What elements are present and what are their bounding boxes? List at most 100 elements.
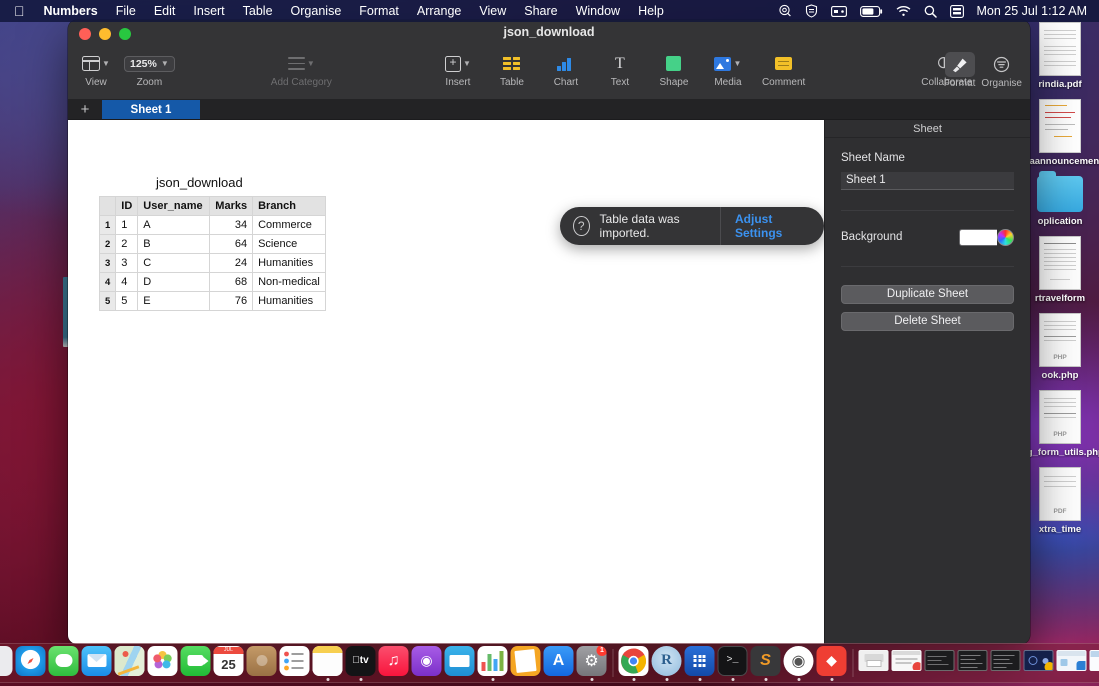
cell-user-name[interactable]: D <box>137 272 211 292</box>
dock-item-safari[interactable] <box>15 645 46 681</box>
zoom-value-pill[interactable]: 125% ▼ <box>124 55 175 72</box>
menu-table[interactable]: Table <box>234 0 282 22</box>
cell-id[interactable]: 4 <box>115 272 139 292</box>
column-header-user-name[interactable]: User_name <box>137 196 211 216</box>
zoom-control[interactable]: 125% ▼ Zoom <box>124 48 175 88</box>
desktop-file[interactable]: rtravelform <box>1021 236 1099 304</box>
dock-item-photos[interactable] <box>147 645 178 681</box>
dock-item-terminal[interactable]: >_ <box>717 645 748 681</box>
desktop-file[interactable]: PHP ng_form_utils.php <box>1021 390 1099 458</box>
cell-marks[interactable]: 64 <box>209 234 254 254</box>
menu-window[interactable]: Window <box>567 0 629 22</box>
duplicate-sheet-button[interactable]: Duplicate Sheet <box>841 284 1014 304</box>
wifi-icon[interactable] <box>896 5 911 17</box>
menu-edit[interactable]: Edit <box>145 0 185 22</box>
table-row[interactable]: 2 2 B 64 Science <box>98 234 326 254</box>
cell-branch[interactable]: Science <box>252 234 326 254</box>
cell-user-name[interactable]: E <box>137 291 211 311</box>
dock-item-appstore[interactable]: A <box>543 645 574 681</box>
dock-item-anydesk[interactable]: ◆ <box>816 645 847 681</box>
organise-button[interactable]: Organise <box>981 52 1022 89</box>
table-row[interactable]: 3 3 C 24 Humanities <box>98 253 326 273</box>
dock-minimised-finder-window[interactable] <box>1089 650 1099 676</box>
cell-branch[interactable]: Humanities <box>252 291 326 311</box>
sheet-name-input[interactable] <box>841 171 1014 190</box>
table-corner-cell[interactable] <box>98 196 117 216</box>
add-sheet-button[interactable]: + <box>68 100 102 119</box>
dock-item-drozer[interactable] <box>684 645 715 681</box>
table-row[interactable]: 4 4 D 68 Non-medical <box>98 272 326 292</box>
dock-item-elephant[interactable]: ◉ <box>783 645 814 681</box>
cell-id[interactable]: 3 <box>115 253 139 273</box>
insert-button[interactable]: ▼ Insert <box>438 48 478 88</box>
chart-button[interactable]: Chart <box>546 48 586 88</box>
comment-button[interactable]: Comment <box>762 48 805 88</box>
cell-id[interactable]: 1 <box>115 215 139 235</box>
shield-icon[interactable] <box>805 4 818 18</box>
shape-button[interactable]: Shape <box>654 48 694 88</box>
dock-item-launchpad[interactable] <box>0 645 13 681</box>
menu-arrange[interactable]: Arrange <box>408 0 470 22</box>
dock-item-notes[interactable] <box>312 645 343 681</box>
cell-marks[interactable]: 76 <box>209 291 254 311</box>
dock-item-reminders[interactable] <box>279 645 310 681</box>
dock-minimised-printer-window[interactable] <box>858 650 889 676</box>
table-row[interactable]: 1 1 A 34 Commerce <box>98 215 326 235</box>
dock-item-podcasts[interactable]: ◉ <box>411 645 442 681</box>
view-button[interactable]: ▼ View <box>76 48 116 88</box>
cell-user-name[interactable]: B <box>137 234 211 254</box>
dock-item-numbers[interactable] <box>477 645 508 681</box>
menu-share[interactable]: Share <box>515 0 566 22</box>
dock-item-rstudio[interactable]: R <box>651 645 682 681</box>
dock-item-messages[interactable] <box>48 645 79 681</box>
desktop-file[interactable]: rindia.pdf <box>1021 22 1099 90</box>
backup-icon[interactable] <box>949 4 964 18</box>
menu-file[interactable]: File <box>107 0 145 22</box>
menu-bar-clock[interactable]: Mon 25 Jul 1:12 AM <box>977 4 1087 18</box>
dock-item-appletv[interactable]: tv <box>345 645 376 681</box>
cell-id[interactable]: 2 <box>115 234 139 254</box>
adjust-settings-link[interactable]: Adjust Settings <box>721 212 820 240</box>
menu-help[interactable]: Help <box>629 0 673 22</box>
table-button[interactable]: Table <box>492 48 532 88</box>
media-button[interactable]: ▼ Media <box>708 48 748 88</box>
dock-item-contacts[interactable] <box>246 645 277 681</box>
table-row[interactable]: 5 5 E 76 Humanities <box>98 291 326 311</box>
desktop-file[interactable]: PDF xtra_time <box>1021 467 1099 535</box>
cell-user-name[interactable]: C <box>137 253 211 273</box>
cell-branch[interactable]: Non-medical <box>252 272 326 292</box>
column-header-id[interactable]: ID <box>115 196 139 216</box>
desktop-folder[interactable]: oplication <box>1021 171 1099 227</box>
column-header-marks[interactable]: Marks <box>209 196 254 216</box>
dock-item-sublime[interactable]: S <box>750 645 781 681</box>
menu-format[interactable]: Format <box>350 0 408 22</box>
menu-organise[interactable]: Organise <box>282 0 351 22</box>
column-header-branch[interactable]: Branch <box>252 196 326 216</box>
siri-icon[interactable] <box>778 4 792 18</box>
format-button[interactable]: Format <box>944 52 975 89</box>
apple-menu-icon[interactable]:  <box>8 4 35 18</box>
menu-view[interactable]: View <box>470 0 515 22</box>
row-header[interactable]: 4 <box>98 272 117 292</box>
table-title[interactable]: json_download <box>156 175 243 190</box>
text-button[interactable]: T Text <box>600 48 640 88</box>
dock-item-calendar[interactable]: JUL 25 <box>213 645 244 681</box>
cell-branch[interactable]: Humanities <box>252 253 326 273</box>
dock-item-music[interactable]: ♫ <box>378 645 409 681</box>
dock-item-settings[interactable]: ⚙ 1 <box>576 645 607 681</box>
delete-sheet-button[interactable]: Delete Sheet <box>841 311 1014 331</box>
dock-minimised-terminal-window[interactable] <box>924 650 955 676</box>
colour-wheel-icon[interactable] <box>997 228 1014 246</box>
dock-item-chrome[interactable] <box>618 645 649 681</box>
dock-minimised-terminal-window[interactable] <box>957 650 988 676</box>
dock-minimised-finder-window[interactable] <box>1056 650 1087 676</box>
background-colour-control[interactable] <box>959 228 1014 246</box>
search-icon[interactable] <box>924 5 937 18</box>
spreadsheet-canvas[interactable]: json_download ID User_name Marks Branch … <box>68 120 824 644</box>
row-header[interactable]: 3 <box>98 253 117 273</box>
dock-item-pages[interactable] <box>510 645 541 681</box>
question-mark-icon[interactable]: ? <box>573 216 590 236</box>
cell-marks[interactable]: 24 <box>209 253 254 273</box>
cell-id[interactable]: 5 <box>115 291 139 311</box>
cell-branch[interactable]: Commerce <box>252 215 326 235</box>
